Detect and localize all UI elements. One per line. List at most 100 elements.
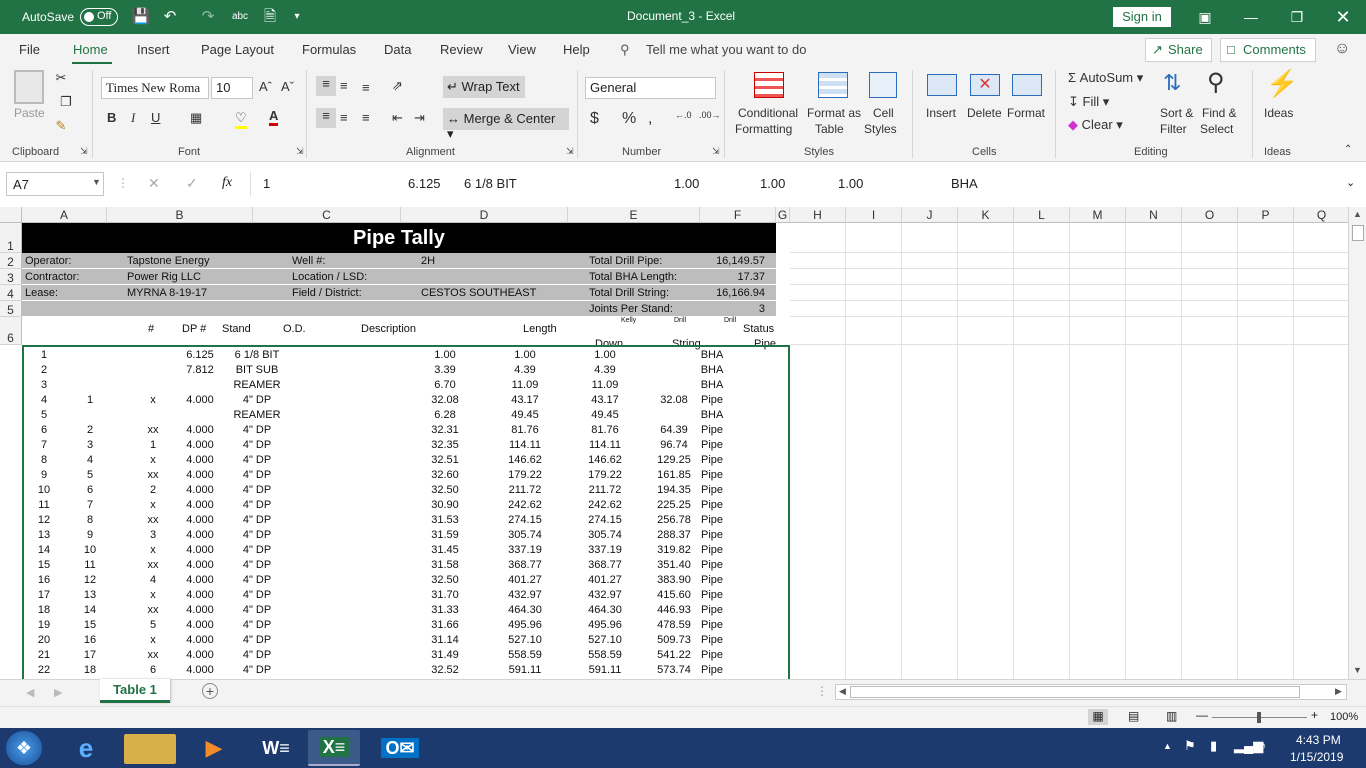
table-cell[interactable]: 3 (150, 529, 156, 541)
column-header[interactable]: Q (1294, 207, 1348, 223)
tell-me-search[interactable]: Tell me what you want to do (646, 42, 806, 57)
table-cell[interactable]: 49.45 (511, 409, 539, 421)
table-cell[interactable]: Pipe (701, 544, 723, 556)
increase-font-icon[interactable]: Aˆ (259, 79, 272, 94)
info-v1[interactable]: Power Rig LLC (127, 271, 201, 283)
cell-styles-label-2[interactable]: Styles (864, 122, 897, 136)
table-cell[interactable]: 12 (38, 514, 50, 526)
table-cell[interactable]: 15 (38, 559, 50, 571)
table-cell[interactable]: 179.22 (588, 469, 622, 481)
battery-icon[interactable]: ▮ (1210, 738, 1217, 754)
info-l2[interactable]: Well #: (292, 255, 325, 267)
table-cell[interactable]: 4.000 (186, 619, 214, 631)
sign-in-button[interactable]: Sign in (1113, 7, 1171, 27)
sheet-tab-table-1[interactable]: Table 1 (100, 679, 170, 703)
table-cell[interactable]: 4" DP (243, 664, 271, 676)
table-cell[interactable]: Pipe (701, 604, 723, 616)
undo-icon[interactable]: ↶ (160, 7, 180, 27)
volume-icon[interactable]: ♪ (1260, 738, 1267, 753)
autosum-button[interactable]: Σ AutoSum ▾ (1068, 70, 1143, 86)
table-cell[interactable]: Pipe (701, 469, 723, 481)
share-button[interactable]: ↗ Share (1145, 38, 1212, 62)
table-cell[interactable]: Pipe (701, 499, 723, 511)
table-cell[interactable]: 10 (84, 544, 96, 556)
table-cell[interactable]: 32.08 (660, 394, 688, 406)
table-cell[interactable]: 7 (87, 499, 93, 511)
header-desc[interactable]: Description (361, 323, 416, 335)
cell-styles-label[interactable]: Cell (873, 106, 894, 120)
scroll-right-icon[interactable]: ▶ (1335, 686, 1342, 697)
table-cell[interactable]: x (150, 454, 156, 466)
insert-cells-label[interactable]: Insert (926, 106, 956, 120)
column-header[interactable]: G (776, 207, 790, 223)
font-color-icon[interactable]: A (269, 108, 279, 126)
start-button[interactable]: ❖ (6, 731, 42, 765)
align-left-icon[interactable]: ≡ (316, 108, 336, 128)
table-cell[interactable]: 31.53 (431, 514, 459, 526)
customize-toolbar-icon[interactable]: ▾ (287, 7, 307, 27)
excel-icon[interactable]: X≡ (308, 730, 360, 766)
table-cell[interactable]: 64.39 (660, 424, 688, 436)
table-cell[interactable]: 20 (38, 634, 50, 646)
table-cell[interactable]: 558.59 (508, 649, 542, 661)
media-player-icon[interactable]: ▶ (188, 730, 240, 766)
header-kelly[interactable]: Kelly (621, 317, 636, 324)
table-cell[interactable]: xx (148, 559, 159, 571)
table-cell[interactable]: 31.58 (431, 559, 459, 571)
table-cell[interactable]: 4.000 (186, 559, 214, 571)
merge-center-button[interactable]: ↔ Merge & Center ▾ (443, 108, 569, 141)
info-v2[interactable]: CESTOS SOUTHEAST (421, 287, 536, 299)
info-l1[interactable]: Lease: (25, 287, 58, 299)
table-cell[interactable]: 432.97 (508, 589, 542, 601)
column-header[interactable]: D (401, 207, 568, 223)
info-l3[interactable]: Total BHA Length: (589, 271, 677, 283)
table-cell[interactable]: 4" DP (243, 619, 271, 631)
table-cell[interactable]: 96.74 (660, 439, 688, 451)
tab-help[interactable]: Help (563, 42, 590, 57)
find-select-label[interactable]: Find & (1202, 106, 1237, 120)
info-l3[interactable]: Total Drill String: (589, 287, 669, 299)
table-cell[interactable]: 3 (41, 379, 47, 391)
wrap-text-button[interactable]: ↵ Wrap Text (443, 76, 525, 98)
table-cell[interactable]: 337.19 (508, 544, 542, 556)
table-cell[interactable]: Pipe (701, 634, 723, 646)
currency-icon[interactable]: $ (590, 110, 599, 128)
header-num[interactable]: # (148, 323, 154, 335)
table-cell[interactable]: x (150, 544, 156, 556)
tab-page-layout[interactable]: Page Layout (201, 42, 274, 57)
row-header[interactable]: 2 (0, 253, 22, 269)
table-cell[interactable]: 4.000 (186, 574, 214, 586)
table-cell[interactable]: Pipe (701, 664, 723, 676)
zoom-level[interactable]: 100% (1330, 711, 1358, 723)
table-cell[interactable]: 464.30 (508, 604, 542, 616)
table-cell[interactable]: 4" DP (243, 574, 271, 586)
table-cell[interactable]: 591.11 (509, 664, 542, 676)
paste-label[interactable]: Paste (14, 106, 45, 120)
table-cell[interactable]: 4.39 (594, 364, 615, 376)
insert-cells-icon[interactable] (927, 74, 957, 96)
table-cell[interactable]: 8 (41, 454, 47, 466)
table-cell[interactable]: xx (148, 469, 159, 481)
clear-button[interactable]: ◆ Clear ▾ (1068, 117, 1123, 133)
column-header[interactable]: L (1014, 207, 1070, 223)
table-cell[interactable]: 12 (84, 574, 96, 586)
table-cell[interactable]: 32.35 (431, 439, 459, 451)
spelling-icon[interactable]: abc (230, 7, 250, 27)
table-cell[interactable]: 161.85 (657, 469, 691, 481)
table-cell[interactable]: 4" DP (243, 484, 271, 496)
table-cell[interactable]: 401.27 (508, 574, 542, 586)
table-cell[interactable]: 194.35 (657, 484, 691, 496)
header-length[interactable]: Length (523, 323, 557, 335)
info-l1[interactable]: Contractor: (25, 271, 79, 283)
table-cell[interactable]: 4.000 (186, 589, 214, 601)
table-cell[interactable]: 4.000 (186, 424, 214, 436)
table-cell[interactable]: 32.08 (431, 394, 459, 406)
table-cell[interactable]: 4.000 (186, 439, 214, 451)
bold-icon[interactable]: B (107, 110, 116, 125)
table-cell[interactable]: Pipe (701, 439, 723, 451)
header-od[interactable]: O.D. (283, 323, 306, 335)
table-cell[interactable]: 242.62 (508, 499, 542, 511)
fill-button[interactable]: ↧ Fill ▾ (1068, 94, 1109, 110)
table-cell[interactable]: 146.62 (508, 454, 542, 466)
number-launcher-icon[interactable]: ⇲ (712, 146, 720, 157)
